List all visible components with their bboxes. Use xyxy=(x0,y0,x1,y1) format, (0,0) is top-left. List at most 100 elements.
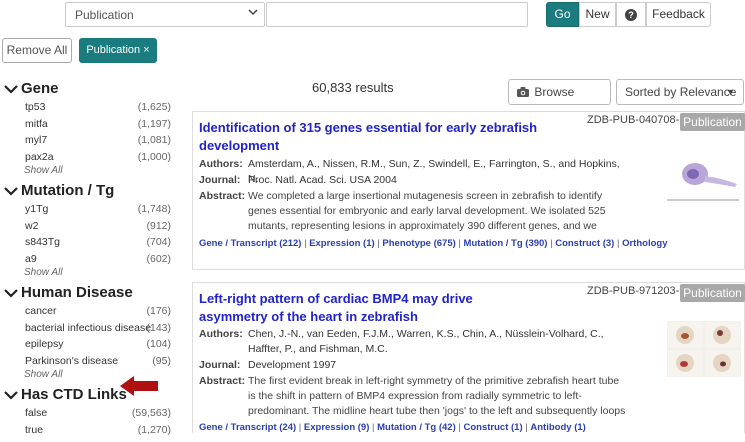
facet-item[interactable]: a9 (602) xyxy=(0,251,178,268)
browse-images-button[interactable]: Browse Images xyxy=(508,79,611,123)
facet-item-label: cancer xyxy=(25,305,57,317)
question-icon: ? xyxy=(625,9,637,21)
search-input[interactable] xyxy=(266,2,528,27)
remove-all-button[interactable]: Remove All xyxy=(2,38,72,63)
facet-title: Gene xyxy=(21,80,59,97)
link-expression[interactable]: Expression (9) xyxy=(304,422,369,433)
link-orthology[interactable]: Orthology xyxy=(622,238,667,249)
facet-title: Mutation / Tg xyxy=(21,182,115,199)
facet-header[interactable]: Human Disease xyxy=(0,284,178,303)
result-links: Gene / Transcript (212) | Expression (1)… xyxy=(199,238,668,249)
active-filter-publication[interactable]: Publication × xyxy=(79,38,157,63)
facet-item[interactable]: Parkinson's disease (95) xyxy=(0,353,178,370)
embryo-thumbnail[interactable] xyxy=(663,154,743,206)
abstract-row: Abstract: We completed a large insertion… xyxy=(199,189,629,232)
facet-item-label: mitfa xyxy=(25,117,48,130)
authors-value: Chen, J.-N., van Eeden, F.J.M., Warren, … xyxy=(248,328,604,355)
facet-item[interactable]: y1Tg (1,748) xyxy=(0,201,178,218)
camera-icon xyxy=(517,87,529,97)
result-title-link[interactable]: Identification of 315 genes essential fo… xyxy=(199,119,539,155)
facet-item-count: (912) xyxy=(146,219,171,232)
facet-mutation-tg: Mutation / Tg y1Tg (1,748) w2 (912) s843Tg… xyxy=(0,182,178,280)
facet-item-count: (602) xyxy=(146,252,171,265)
chevron-down-icon xyxy=(4,187,18,196)
journal-value: Proc. Natl. Acad. Sci. USA 2004 xyxy=(248,174,397,186)
result-links: Gene / Transcript (24) | Expression (9) … xyxy=(199,422,586,433)
facet-item-count: (1,000) xyxy=(137,150,171,163)
facet-item[interactable]: mitfa (1,197) xyxy=(0,116,178,133)
abstract-row: Abstract: The first evident break in lef… xyxy=(199,374,629,417)
result-card: ZDB-PUB-040708-1 Publication Identificat… xyxy=(192,111,745,270)
facet-item[interactable]: myl7 (1,081) xyxy=(0,132,178,149)
link-antibody[interactable]: Antibody (1) xyxy=(530,422,585,433)
journal-row: Journal: Proc. Natl. Acad. Sci. USA 2004 xyxy=(199,173,629,188)
facet-item[interactable]: w2 (912) xyxy=(0,218,178,235)
facet-header[interactable]: Mutation / Tg xyxy=(0,182,178,201)
chevron-down-icon xyxy=(4,391,18,400)
link-gene-transcript[interactable]: Gene / Transcript (24) xyxy=(199,422,296,433)
result-title-link[interactable]: Left-right pattern of cardiac BMP4 may d… xyxy=(199,290,539,326)
show-all-link[interactable]: Show All xyxy=(0,165,178,178)
facet-item-count: (59,563) xyxy=(131,407,171,419)
publication-id: ZDB-PUB-971203-9 xyxy=(587,285,686,297)
abstract-key: Abstract: xyxy=(199,375,246,387)
facet-title: Human Disease xyxy=(21,284,133,301)
journal-row: Journal: Development 1997 xyxy=(199,358,629,373)
journal-key: Journal: xyxy=(199,359,241,371)
link-gene-transcript[interactable]: Gene / Transcript (212) xyxy=(199,238,301,249)
authors-key: Authors: xyxy=(199,158,243,170)
show-all-link[interactable]: Show All xyxy=(0,267,178,280)
category-select-value: Publication xyxy=(75,8,134,22)
facet-item-label: y1Tg xyxy=(25,203,49,215)
publication-id: ZDB-PUB-040708-1 xyxy=(587,114,686,126)
results-count: 60,833 results xyxy=(312,80,394,95)
link-mutation-tg[interactable]: Mutation / Tg (390) xyxy=(464,238,548,249)
facet-item-count: (176) xyxy=(146,305,171,317)
chevron-down-icon xyxy=(248,8,258,19)
publication-badge: Publication xyxy=(680,284,745,302)
new-button[interactable]: New xyxy=(579,2,616,27)
facet-item-count: (1,081) xyxy=(137,134,171,146)
publication-badge: Publication xyxy=(680,113,745,131)
link-mutation-tg[interactable]: Mutation / Tg (42) xyxy=(377,422,456,433)
facet-item[interactable]: tp53 (1,625) xyxy=(0,99,178,116)
facet-item-count: (1,625) xyxy=(137,101,171,113)
journal-key: Journal: xyxy=(199,174,241,186)
go-button[interactable]: Go xyxy=(546,2,579,27)
link-expression[interactable]: Expression (1) xyxy=(309,238,374,249)
facet-title: Has CTD Links xyxy=(21,386,127,403)
authors-key: Authors: xyxy=(199,328,243,340)
journal-value: Development 1997 xyxy=(248,359,337,371)
facet-item-label: tp53 xyxy=(25,101,46,113)
facet-item-count: (143) xyxy=(146,321,171,334)
facet-item-label: true xyxy=(25,423,44,436)
facet-header[interactable]: Gene xyxy=(0,80,178,99)
link-construct[interactable]: Construct (1) xyxy=(464,422,523,433)
feedback-button[interactable]: Feedback xyxy=(646,2,711,27)
facet-item-label: Parkinson's disease xyxy=(25,354,119,367)
facet-item-label: w2 xyxy=(25,219,39,232)
facet-item-count: (95) xyxy=(152,354,171,367)
link-construct[interactable]: Construct (3) xyxy=(555,238,614,249)
facet-item-count: (1,270) xyxy=(137,423,171,436)
facet-item-label: myl7 xyxy=(25,134,48,146)
sort-dropdown[interactable]: Sorted by Relevance ▼ xyxy=(616,79,744,105)
facet-item-count: (104) xyxy=(146,338,171,350)
embryo-thumbnail[interactable] xyxy=(667,321,741,377)
search-bar: Publication Go New ? Feedback xyxy=(0,0,745,30)
facet-item[interactable]: bacterial infectious disease (143) xyxy=(0,320,178,337)
authors-row: Authors: Amsterdam, A., Nissen, R.M., Su… xyxy=(199,157,629,185)
facet-item[interactable]: false (59,563) xyxy=(0,405,178,422)
caret-down-icon: ▼ xyxy=(726,87,735,97)
facet-item[interactable]: pax2a (1,000) xyxy=(0,149,178,166)
help-button[interactable]: ? xyxy=(616,2,646,27)
abstract-value: The first evident break in left-right sy… xyxy=(248,375,626,417)
facet-item-label: a9 xyxy=(25,252,37,265)
facet-item[interactable]: true (1,270) xyxy=(0,422,178,439)
abstract-value: We completed a large insertional mutagen… xyxy=(248,190,606,232)
category-select[interactable]: Publication xyxy=(65,2,265,27)
facet-item[interactable]: s843Tg (704) xyxy=(0,234,178,251)
facet-item[interactable]: cancer (176) xyxy=(0,303,178,320)
facet-item[interactable]: epilepsy (104) xyxy=(0,336,178,353)
link-phenotype[interactable]: Phenotype (675) xyxy=(382,238,455,249)
